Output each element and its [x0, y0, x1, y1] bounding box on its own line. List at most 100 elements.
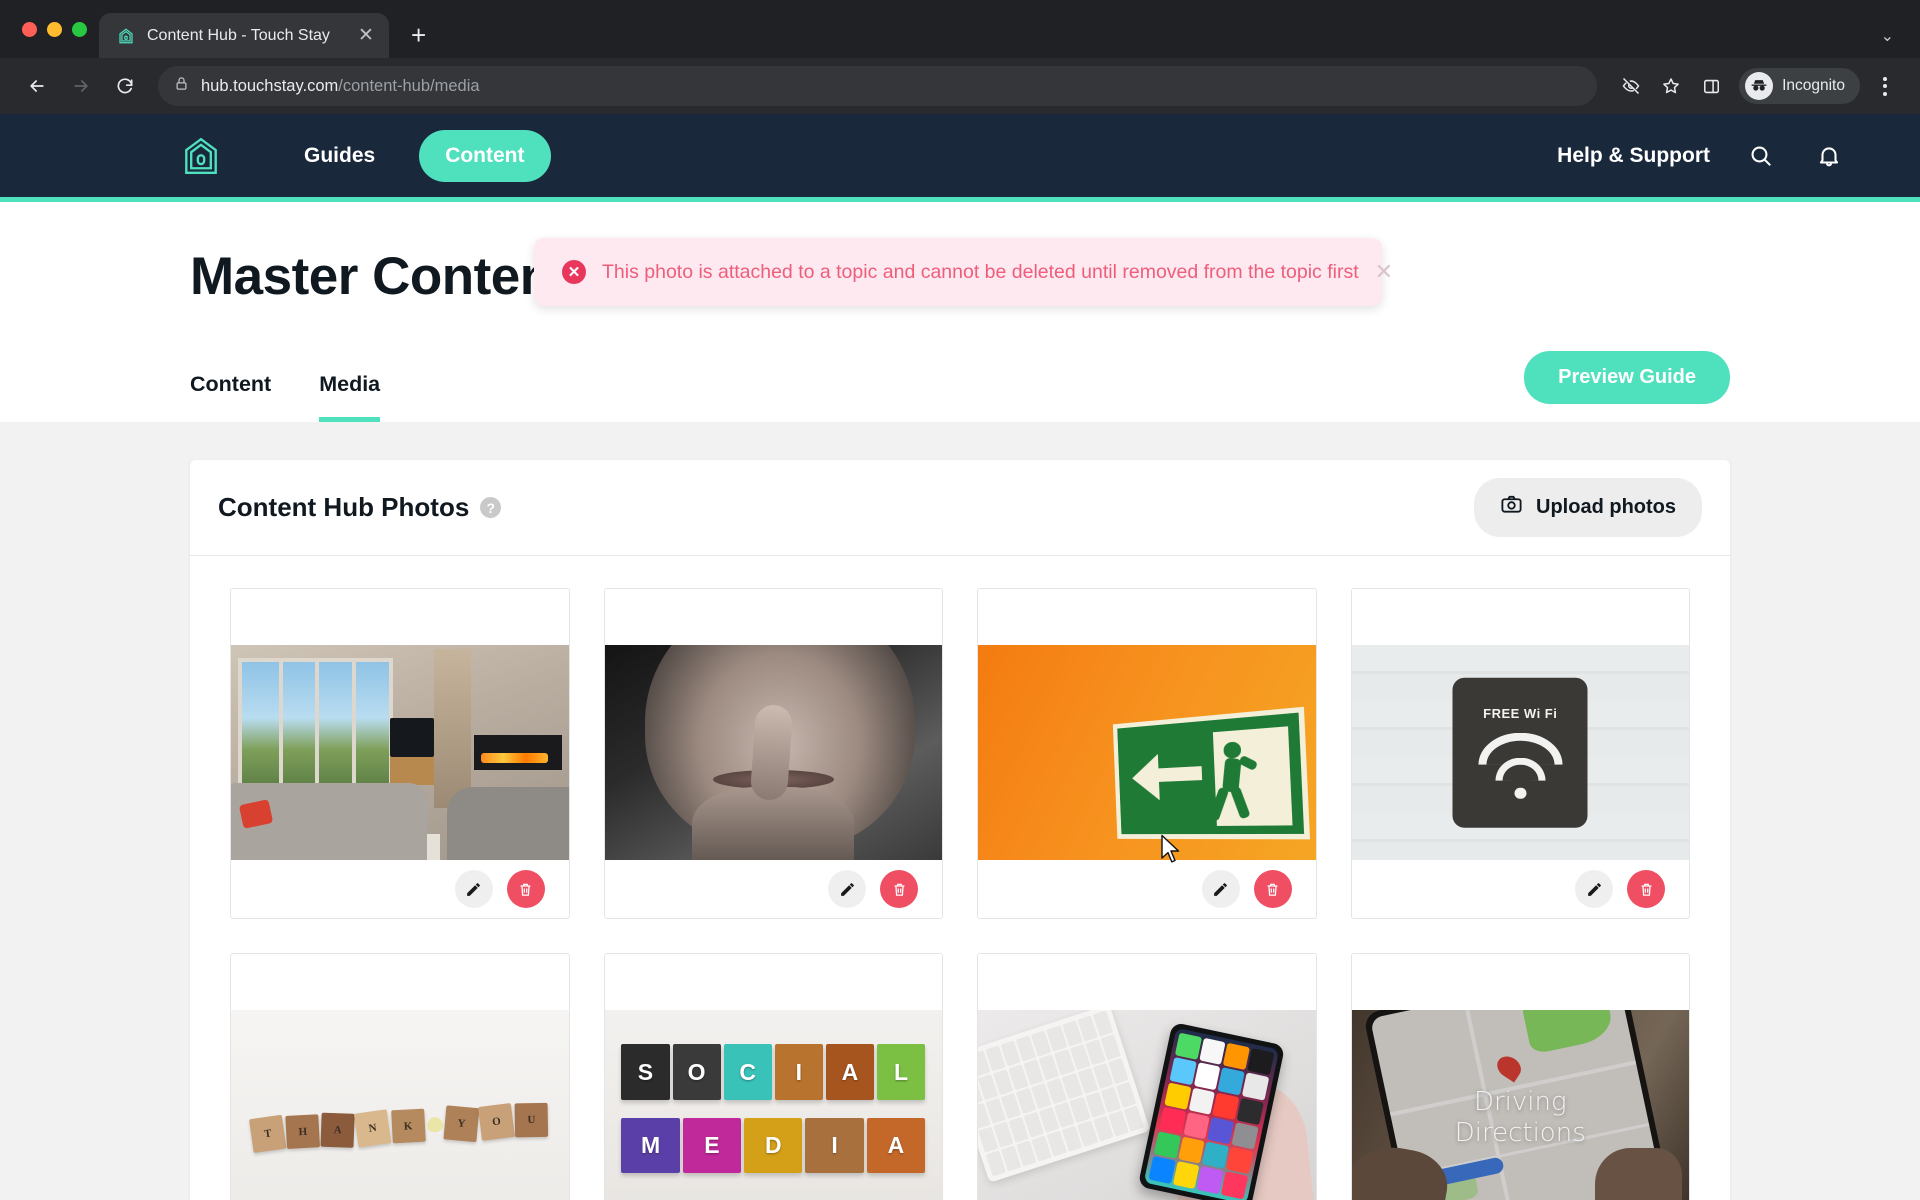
- letter-block: A: [321, 1111, 356, 1147]
- photo-card-spacer: [978, 954, 1316, 1010]
- pencil-edit-icon[interactable]: [1201, 870, 1240, 908]
- letter-block: O: [477, 1102, 515, 1140]
- photo-card-thank-you[interactable]: THANKYOU: [230, 953, 570, 1200]
- app-nav-right: Help & Support: [1557, 130, 1888, 182]
- photo-thumbnail-emergency-exit[interactable]: [978, 645, 1316, 860]
- photo-actions: [1352, 860, 1690, 918]
- lock-icon: [174, 76, 189, 96]
- heart-icon: [425, 1115, 445, 1134]
- letter-block: T: [249, 1114, 287, 1152]
- photo-actions: [605, 860, 943, 918]
- social-word-line-1: SOCIAL: [621, 1044, 926, 1101]
- social-word-line-2: MEDIA: [621, 1117, 926, 1174]
- window-traffic-lights: [14, 0, 99, 58]
- photo-card-emergency-exit[interactable]: [977, 588, 1317, 919]
- kebab-menu-icon[interactable]: [1868, 68, 1902, 104]
- tab-close-icon[interactable]: ✕: [355, 26, 377, 45]
- side-panel-icon[interactable]: [1693, 68, 1729, 104]
- photo-card-spacer: [978, 589, 1316, 645]
- card-title: Content Hub Photos: [218, 492, 470, 522]
- photo-thumbnail-living-room[interactable]: [231, 645, 569, 860]
- profile-incognito-button[interactable]: Incognito: [1739, 68, 1860, 104]
- social-letter: M: [621, 1117, 680, 1174]
- toast-message: This photo is attached to a topic and ca…: [602, 260, 1359, 283]
- star-bookmark-icon[interactable]: [1653, 68, 1689, 104]
- app-navbar: Guides Content Help & Support ✕ This pho…: [0, 114, 1920, 306]
- page-viewport: Guides Content Help & Support ✕ This pho…: [0, 114, 1920, 1200]
- address-bar[interactable]: hub.touchstay.com/content-hub/media: [158, 66, 1598, 106]
- nav-item-help-support[interactable]: Help & Support: [1557, 130, 1710, 182]
- driving-directions-overlay: Driving Directions: [1351, 1010, 1689, 1200]
- photo-card-spacer: [604, 954, 942, 1010]
- photo-card-spacer: [231, 954, 569, 1010]
- tab-search-chevron-down-icon[interactable]: ⌄: [1881, 26, 1894, 46]
- photo-card-phone-keyboard[interactable]: [977, 953, 1317, 1200]
- pencil-edit-icon[interactable]: [1575, 870, 1613, 908]
- notification-bell-icon[interactable]: [1812, 139, 1846, 173]
- nav-item-guides[interactable]: Guides: [278, 130, 401, 182]
- photo-card-social-media[interactable]: SOCIAL MEDIA: [603, 953, 943, 1200]
- photo-card-spacer: [1351, 589, 1689, 645]
- photo-actions: [978, 860, 1316, 918]
- photo-card-living-room[interactable]: [230, 588, 570, 919]
- trash-delete-icon[interactable]: [506, 870, 545, 908]
- error-circle-icon: ✕: [562, 260, 586, 284]
- overlay-line-2: Directions: [1454, 1117, 1586, 1148]
- content-hub-photos-card: Content Hub Photos ? Upload photos FREE …: [190, 460, 1730, 1200]
- page-tabs: Content Media Preview Guide: [190, 351, 1730, 422]
- photo-card-quiet-shush[interactable]: [603, 588, 943, 919]
- new-tab-button[interactable]: +: [411, 22, 426, 48]
- search-icon[interactable]: [1744, 139, 1778, 173]
- thank-you-blocks: THANKYOU: [249, 1097, 549, 1155]
- photo-card-free-wifi[interactable]: FREE Wi Fi: [1350, 588, 1690, 919]
- touch-stay-house-logo-icon[interactable]: [180, 134, 222, 178]
- upload-photos-label: Upload photos: [1536, 496, 1676, 518]
- tab-title: Content Hub - Touch Stay: [147, 26, 330, 44]
- maximize-window-button[interactable]: [72, 21, 87, 37]
- letter-block: Y: [443, 1104, 480, 1142]
- social-letter: A: [825, 1044, 874, 1101]
- photo-thumbnail-free-wifi[interactable]: FREE Wi Fi: [1351, 645, 1689, 860]
- browser-tab[interactable]: Content Hub - Touch Stay ✕: [99, 13, 389, 58]
- page-content: Content Hub Photos ? Upload photos FREE …: [0, 422, 1920, 1200]
- help-question-icon[interactable]: ?: [480, 497, 502, 518]
- pencil-edit-icon[interactable]: [454, 870, 493, 908]
- toast-close-icon[interactable]: ✕: [1375, 261, 1393, 283]
- back-arrow-icon[interactable]: [18, 67, 56, 105]
- photo-thumbnail-thank-you[interactable]: THANKYOU: [231, 1010, 569, 1200]
- social-letter: I: [805, 1117, 864, 1174]
- trash-delete-icon[interactable]: [880, 870, 918, 908]
- page-header: Master Content Content Media Preview Gui…: [0, 202, 1920, 422]
- photo-thumbnail-driving-directions[interactable]: Driving Directions: [1351, 1010, 1689, 1200]
- letter-block: U: [514, 1102, 549, 1137]
- pencil-edit-icon[interactable]: [828, 870, 866, 908]
- camera-icon: [1500, 493, 1523, 522]
- tab-media[interactable]: Media: [319, 372, 381, 422]
- upload-photos-button[interactable]: Upload photos: [1474, 478, 1702, 537]
- browser-window: Content Hub - Touch Stay ✕ + ⌄ hub.touch…: [0, 0, 1920, 1200]
- tab-content[interactable]: Content: [190, 372, 271, 422]
- social-letter: S: [621, 1044, 670, 1101]
- letter-block: K: [390, 1108, 426, 1144]
- photo-thumbnail-social-media[interactable]: SOCIAL MEDIA: [604, 1010, 942, 1200]
- photo-card-spacer: [231, 589, 569, 645]
- social-letter: C: [723, 1044, 772, 1101]
- letter-block: H: [285, 1113, 321, 1149]
- wifi-sign-text: FREE Wi Fi: [1483, 705, 1558, 721]
- nav-item-content[interactable]: Content: [419, 129, 551, 182]
- address-bar-url: hub.touchstay.com/content-hub/media: [201, 77, 480, 96]
- forward-arrow-icon[interactable]: [62, 67, 100, 105]
- photo-card-spacer: [1351, 954, 1689, 1010]
- card-header: Content Hub Photos ? Upload photos: [190, 460, 1730, 556]
- minimize-window-button[interactable]: [47, 21, 62, 37]
- close-window-button[interactable]: [22, 21, 37, 37]
- preview-guide-button[interactable]: Preview Guide: [1524, 351, 1730, 404]
- trash-delete-icon[interactable]: [1627, 870, 1665, 908]
- eye-slash-icon[interactable]: [1613, 68, 1649, 104]
- photo-thumbnail-quiet-shush[interactable]: [604, 645, 942, 860]
- reload-icon[interactable]: [106, 67, 144, 105]
- tab-favicon-icon: [116, 26, 136, 46]
- trash-delete-icon[interactable]: [1253, 870, 1292, 908]
- photo-thumbnail-phone-keyboard[interactable]: [978, 1010, 1316, 1200]
- photo-card-driving-directions[interactable]: Driving Directions: [1350, 953, 1690, 1200]
